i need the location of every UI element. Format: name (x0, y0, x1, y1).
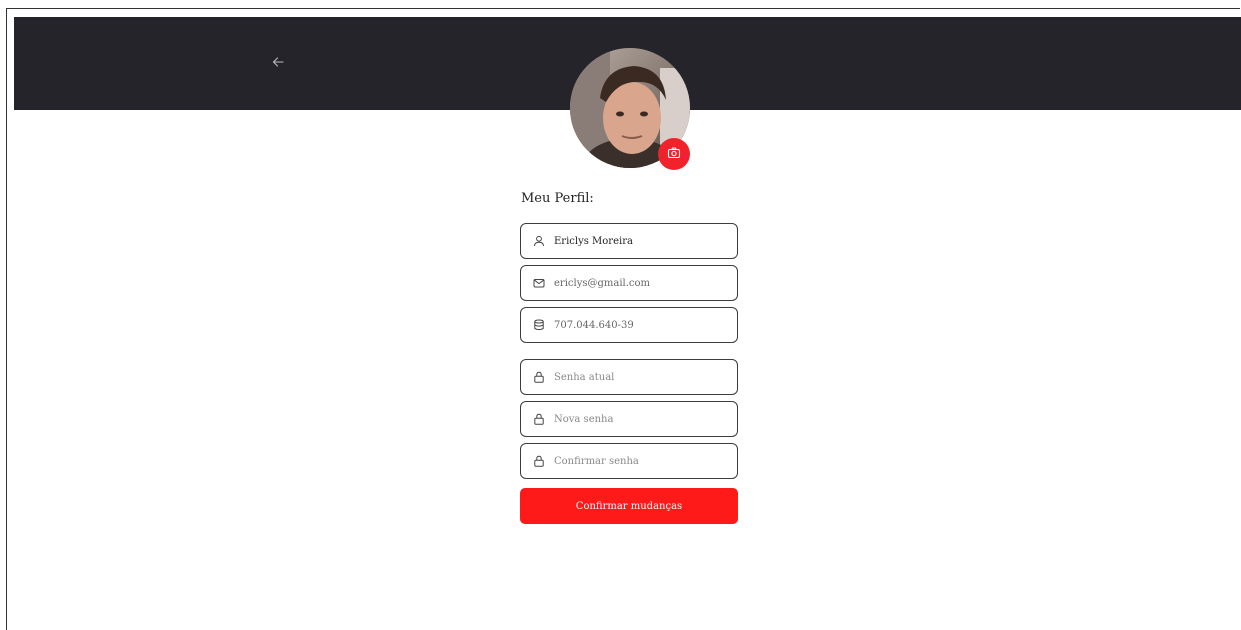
avatar-container (570, 48, 690, 170)
lock-icon (532, 454, 546, 468)
change-photo-button[interactable] (658, 138, 690, 170)
confirm-password-field[interactable] (520, 443, 738, 479)
document-field[interactable] (520, 307, 738, 343)
user-icon (532, 234, 546, 248)
name-input[interactable] (554, 235, 724, 247)
email-input[interactable] (554, 277, 724, 289)
arrow-left-icon (272, 53, 284, 72)
lock-icon (532, 370, 546, 384)
current-password-field[interactable] (520, 359, 738, 395)
name-field[interactable] (520, 223, 738, 259)
current-password-input[interactable] (554, 371, 724, 383)
mail-icon (532, 276, 546, 290)
confirm-changes-button[interactable]: Confirmar mudanças (520, 488, 738, 524)
database-icon (532, 318, 546, 332)
lock-icon (532, 412, 546, 426)
page-title: Meu Perfil: (521, 191, 594, 206)
document-input[interactable] (554, 319, 724, 331)
email-field[interactable] (520, 265, 738, 301)
new-password-field[interactable] (520, 401, 738, 437)
new-password-input[interactable] (554, 413, 724, 425)
back-button[interactable] (268, 52, 288, 72)
confirm-password-input[interactable] (554, 455, 724, 467)
camera-icon (667, 145, 681, 164)
